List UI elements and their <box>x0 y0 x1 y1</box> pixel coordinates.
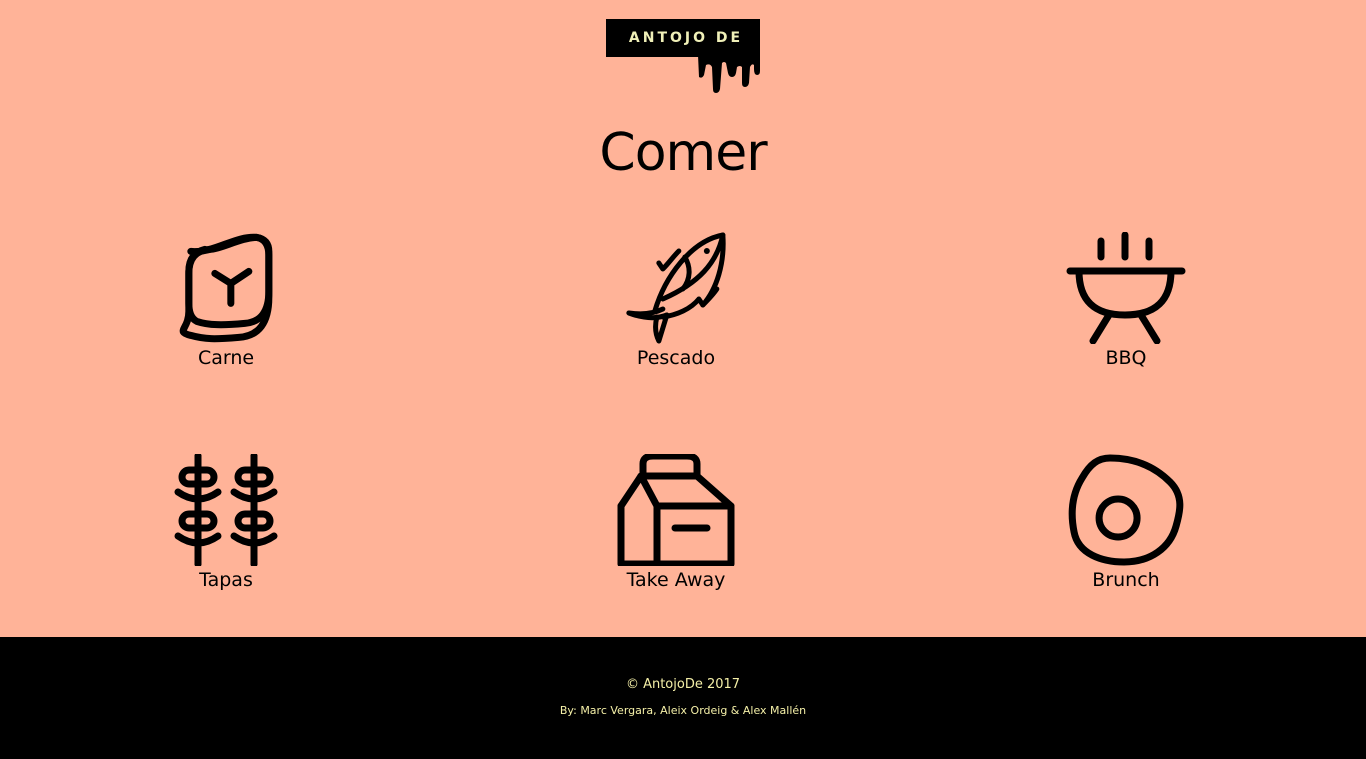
steak-icon <box>179 233 273 343</box>
category-brunch[interactable]: Brunch <box>1026 454 1226 592</box>
category-carne[interactable]: Carne <box>126 232 326 370</box>
logo-bar: ANTOJO DE <box>606 19 760 57</box>
category-label: Tapas <box>199 569 253 591</box>
category-label: BBQ <box>1105 347 1147 369</box>
takeaway-box-icon <box>617 454 735 566</box>
category-label: Pescado <box>636 347 716 369</box>
fried-egg-icon <box>1068 454 1184 566</box>
category-label: Carne <box>197 347 255 369</box>
footer-credits: By: Marc Vergara, Aleix Ordeig & Alex Ma… <box>559 704 807 717</box>
grill-icon <box>1066 232 1186 344</box>
footer: © AntojoDe 2017 By: Marc Vergara, Aleix … <box>0 637 1366 759</box>
category-label: Take Away <box>626 569 726 591</box>
category-pescado[interactable]: Pescado <box>576 232 776 370</box>
fish-icon <box>626 232 726 344</box>
category-tapas[interactable]: Tapas <box>126 454 326 592</box>
footer-copyright: © AntojoDe 2017 <box>625 677 741 692</box>
category-label: Brunch <box>1092 569 1160 591</box>
category-take-away[interactable]: Take Away <box>576 454 776 592</box>
logo-drips-icon <box>698 55 760 93</box>
logo-text: ANTOJO DE <box>628 30 744 46</box>
brand-logo[interactable]: ANTOJO DE <box>606 19 760 95</box>
category-bbq[interactable]: BBQ <box>1026 232 1226 370</box>
skewers-icon <box>174 454 278 566</box>
page-title: Comer <box>599 123 767 183</box>
